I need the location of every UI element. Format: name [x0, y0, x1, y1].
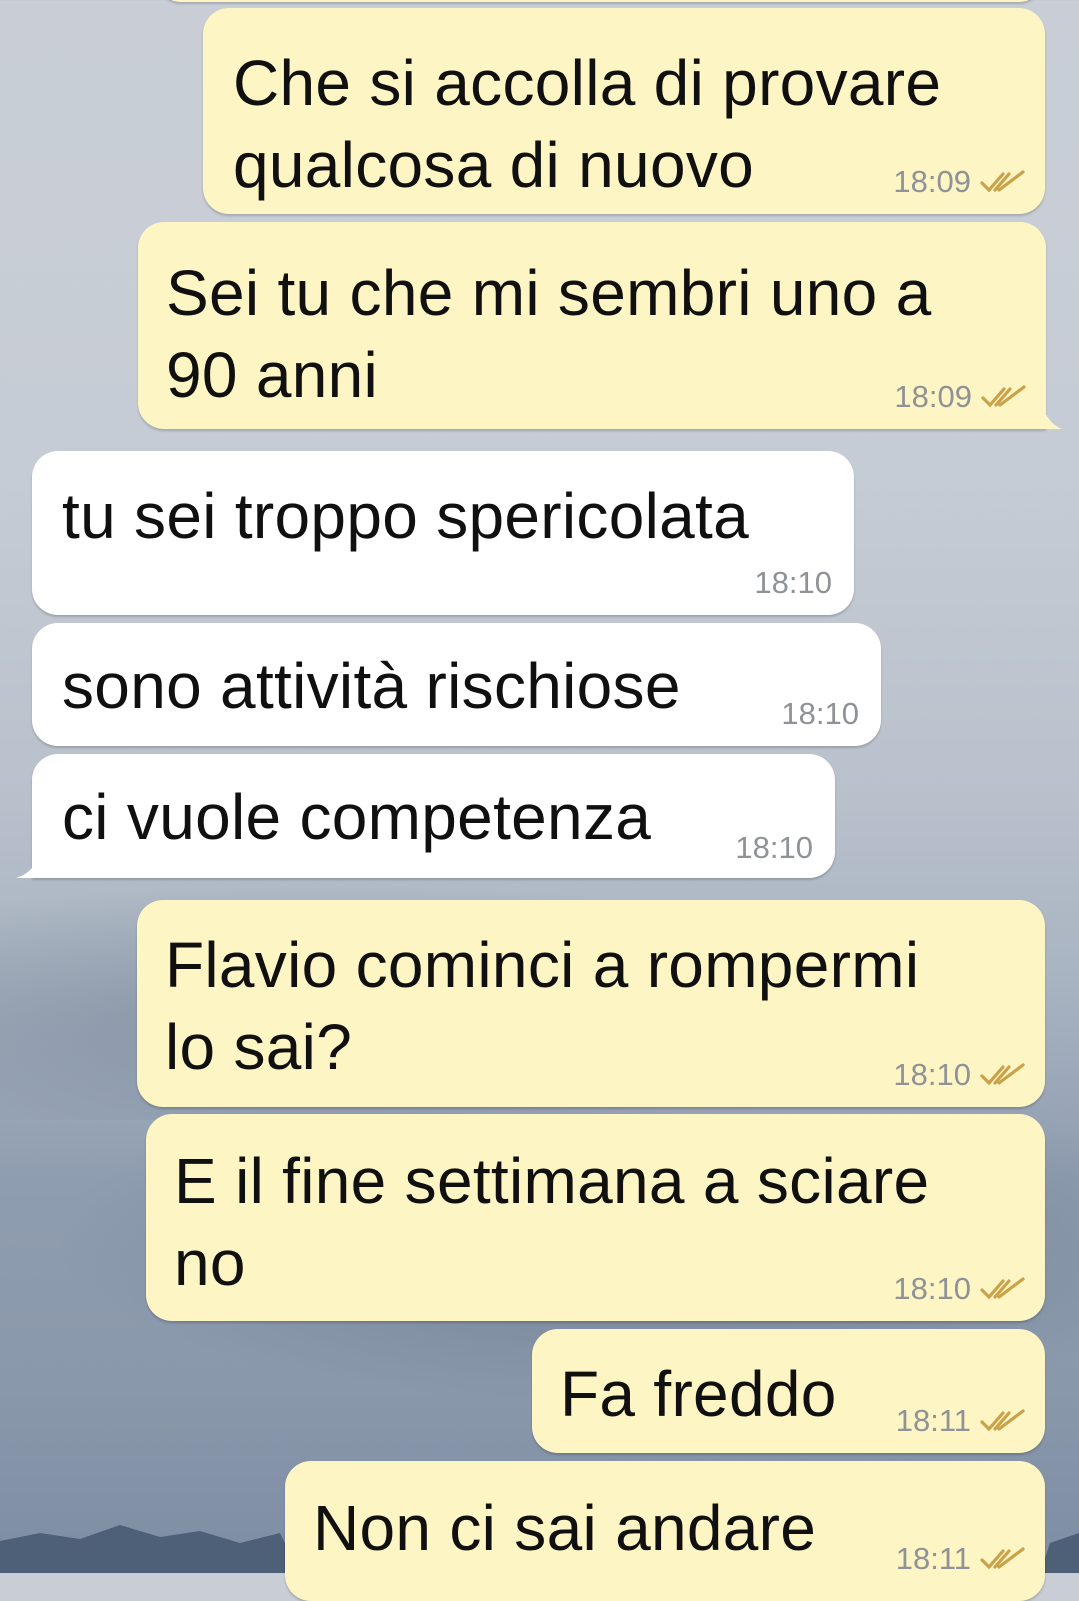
message-bubble-incoming[interactable]: tu sei troppo spericolata 18:10 — [32, 451, 854, 615]
bubble-tail — [1040, 399, 1062, 429]
double-check-icon — [980, 1409, 1025, 1432]
message-time: 18:10 — [781, 696, 859, 731]
message-time: 18:10 — [893, 1271, 971, 1306]
message-meta: 18:10 — [893, 1271, 1027, 1307]
double-check-icon — [980, 170, 1025, 193]
message-text: tu sei troppo spericolata — [62, 480, 749, 552]
message-bubble-incoming[interactable]: ci vuole competenza 18:10 — [32, 754, 835, 878]
message-time: 18:10 — [754, 565, 832, 600]
message-meta: 18:10 — [754, 565, 832, 601]
message-text: sono attività rischiose — [62, 650, 681, 722]
message-bubble-outgoing[interactable]: Che si accolla di provare qualcosa di nu… — [203, 8, 1045, 214]
double-check-icon — [981, 385, 1026, 408]
message-time: 18:10 — [893, 1057, 971, 1092]
message-meta: 18:09 — [893, 164, 1027, 200]
message-text: Non ci sai andare — [313, 1492, 817, 1564]
message-meta: 18:10 — [781, 696, 859, 732]
double-check-icon — [980, 1277, 1025, 1300]
double-check-icon — [980, 1063, 1025, 1086]
message-bubble-incoming[interactable]: sono attività rischiose 18:10 — [32, 623, 881, 746]
previous-message-edge — [160, 0, 1040, 2]
message-text: Flavio cominci a rompermi lo sai? — [165, 929, 920, 1083]
message-meta: 18:10 — [893, 1057, 1027, 1093]
message-bubble-outgoing[interactable]: Sei tu che mi sembri uno a 90 anni 18:09 — [138, 222, 1046, 429]
bubble-tail — [16, 848, 42, 878]
message-time: 18:09 — [893, 164, 971, 199]
message-meta: 18:09 — [894, 379, 1028, 415]
message-time: 18:11 — [895, 1541, 971, 1576]
message-meta: 18:11 — [896, 1541, 1027, 1577]
message-time: 18:10 — [735, 830, 813, 865]
message-text: ci vuole competenza — [62, 781, 652, 853]
message-bubble-outgoing[interactable]: Fa freddo 18:11 — [532, 1329, 1045, 1453]
message-text: Fa freddo — [560, 1358, 837, 1430]
message-time: 18:11 — [895, 1403, 971, 1438]
message-meta: 18:11 — [896, 1403, 1027, 1439]
message-time: 18:09 — [894, 379, 972, 414]
message-bubble-outgoing[interactable]: Non ci sai andare 18:11 — [285, 1461, 1045, 1601]
message-text: Che si accolla di provare qualcosa di nu… — [233, 47, 942, 201]
message-text: E il fine settimana a sciare no — [174, 1145, 930, 1299]
message-text: Sei tu che mi sembri uno a 90 anni — [166, 257, 932, 411]
double-check-icon — [980, 1547, 1025, 1570]
message-bubble-outgoing[interactable]: E il fine settimana a sciare no 18:10 — [146, 1114, 1045, 1321]
message-meta: 18:10 — [735, 830, 813, 866]
message-bubble-outgoing[interactable]: Flavio cominci a rompermi lo sai? 18:10 — [137, 900, 1045, 1107]
